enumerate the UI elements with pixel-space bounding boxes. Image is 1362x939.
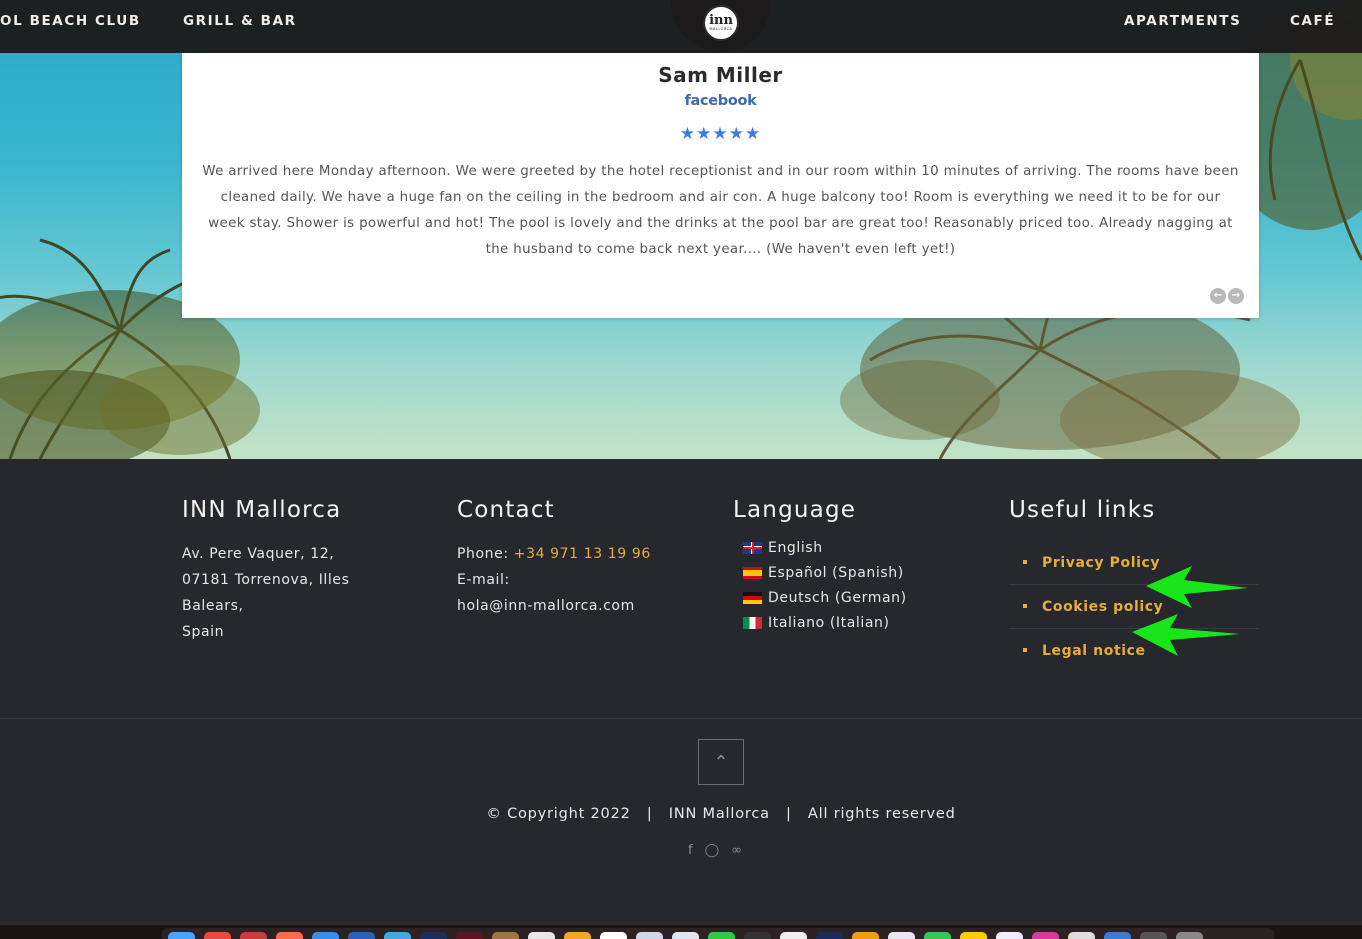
footer-divider xyxy=(0,718,1362,719)
nav-item-beach-club[interactable]: OL BEACH CLUB xyxy=(0,13,141,29)
app-icon[interactable] xyxy=(276,932,303,939)
footer-useful-links: Useful links Privacy Policy Cookies poli… xyxy=(1009,497,1259,659)
app-icon[interactable] xyxy=(348,932,375,939)
review-navigation: ← → xyxy=(1210,288,1244,304)
reviewer-name: Sam Miller xyxy=(658,63,783,87)
dock-icons xyxy=(162,928,1274,939)
app-icon[interactable] xyxy=(816,932,843,939)
address-line-3: Balears, xyxy=(182,598,244,614)
language-label: Italiano (Italian) xyxy=(768,614,890,631)
footer-links-title: Useful links xyxy=(1009,497,1156,523)
copyright-text: © Copyright 2022 | INN Mallorca | All ri… xyxy=(486,806,956,822)
site-logo[interactable]: inn MALLORCA xyxy=(703,5,739,41)
facebook-icon[interactable]: f xyxy=(688,843,693,858)
address-line-2: 07181 Torrenova, Illes xyxy=(182,572,350,588)
arrow-right-icon[interactable]: → xyxy=(1228,288,1244,304)
address-line-4: Spain xyxy=(182,624,225,640)
app-icon[interactable] xyxy=(1032,932,1059,939)
email-label: E-mail: xyxy=(457,572,510,588)
app-icon[interactable] xyxy=(312,932,339,939)
instagram-icon[interactable]: ◯ xyxy=(705,843,720,858)
uk-flag-icon xyxy=(743,541,762,554)
app-icon[interactable] xyxy=(1068,932,1095,939)
app-icon[interactable] xyxy=(420,932,447,939)
language-label: English xyxy=(768,539,823,556)
footer-language-title: Language xyxy=(733,497,857,523)
review-source: facebook xyxy=(684,93,757,109)
footer-contact-title: Contact xyxy=(457,497,555,523)
nav-item-apartments[interactable]: APARTMENTS xyxy=(1124,13,1241,29)
address-line-1[interactable]: Av. Pere Vaquer, 12, xyxy=(182,541,350,567)
app-icon[interactable] xyxy=(636,932,663,939)
footer-about: INN Mallorca Av. Pere Vaquer, 12, 07181 … xyxy=(182,497,350,645)
app-icon[interactable] xyxy=(600,932,627,939)
annotation-arrow-icon xyxy=(1146,566,1248,608)
footer-about-title: INN Mallorca xyxy=(182,497,342,523)
app-icon[interactable] xyxy=(1140,932,1167,939)
review-card: Sam Miller facebook ★★★★★ We arrived her… xyxy=(182,53,1259,318)
language-label: Deutsch (German) xyxy=(768,589,907,606)
phone-label: Phone: xyxy=(457,546,514,562)
spain-flag-icon xyxy=(743,566,762,579)
footer-contact: Contact Phone: +34 971 13 19 96 E-mail: … xyxy=(457,497,651,619)
germany-flag-icon xyxy=(743,591,762,604)
app-icon[interactable] xyxy=(240,932,267,939)
nav-item-grill-bar[interactable]: GRILL & BAR xyxy=(183,13,297,29)
app-icon[interactable] xyxy=(708,932,735,939)
folder-icon[interactable] xyxy=(1104,932,1131,939)
review-stars: ★★★★★ xyxy=(679,124,762,144)
app-icon[interactable] xyxy=(204,932,231,939)
finder-icon[interactable] xyxy=(168,932,195,939)
app-icon[interactable] xyxy=(492,932,519,939)
app-icon[interactable] xyxy=(744,932,771,939)
nav-item-cafe[interactable]: CAFÉ xyxy=(1290,13,1335,29)
annotation-arrow-icon xyxy=(1132,614,1240,656)
app-icon[interactable] xyxy=(456,932,483,939)
app-icon[interactable] xyxy=(996,932,1023,939)
email-link[interactable]: hola@inn-mallorca.com xyxy=(457,593,651,619)
app-icon[interactable] xyxy=(672,932,699,939)
arrow-left-icon[interactable]: ← xyxy=(1210,288,1226,304)
app-icon[interactable] xyxy=(960,932,987,939)
app-icon[interactable] xyxy=(852,932,879,939)
phone-line: Phone: +34 971 13 19 96 xyxy=(457,541,651,567)
language-option-spanish[interactable]: Español (Spanish) xyxy=(743,560,907,585)
language-option-german[interactable]: Deutsch (German) xyxy=(743,585,907,610)
phone-link[interactable]: +34 971 13 19 96 xyxy=(514,546,651,562)
chevron-up-icon: ⌃ xyxy=(713,751,729,773)
app-icon[interactable] xyxy=(780,932,807,939)
os-dock xyxy=(0,925,1362,939)
app-icon[interactable] xyxy=(384,932,411,939)
app-icon[interactable] xyxy=(924,932,951,939)
app-icon[interactable] xyxy=(564,932,591,939)
tripadvisor-icon[interactable]: ∞ xyxy=(731,843,742,858)
trash-icon[interactable] xyxy=(1176,932,1203,939)
language-label: Español (Spanish) xyxy=(768,564,904,581)
italy-flag-icon xyxy=(743,616,762,629)
footer: INN Mallorca Av. Pere Vaquer, 12, 07181 … xyxy=(0,459,1362,925)
app-icon[interactable] xyxy=(888,932,915,939)
back-to-top-button[interactable]: ⌃ xyxy=(698,739,744,785)
app-icon[interactable] xyxy=(528,932,555,939)
language-option-english[interactable]: English xyxy=(743,535,907,560)
social-links: f ◯ ∞ xyxy=(688,843,742,858)
language-option-italian[interactable]: Italiano (Italian) xyxy=(743,610,907,635)
footer-language: Language English Español (Spanish) Deuts… xyxy=(733,497,907,635)
review-text: We arrived here Monday afternoon. We wer… xyxy=(202,164,1239,257)
